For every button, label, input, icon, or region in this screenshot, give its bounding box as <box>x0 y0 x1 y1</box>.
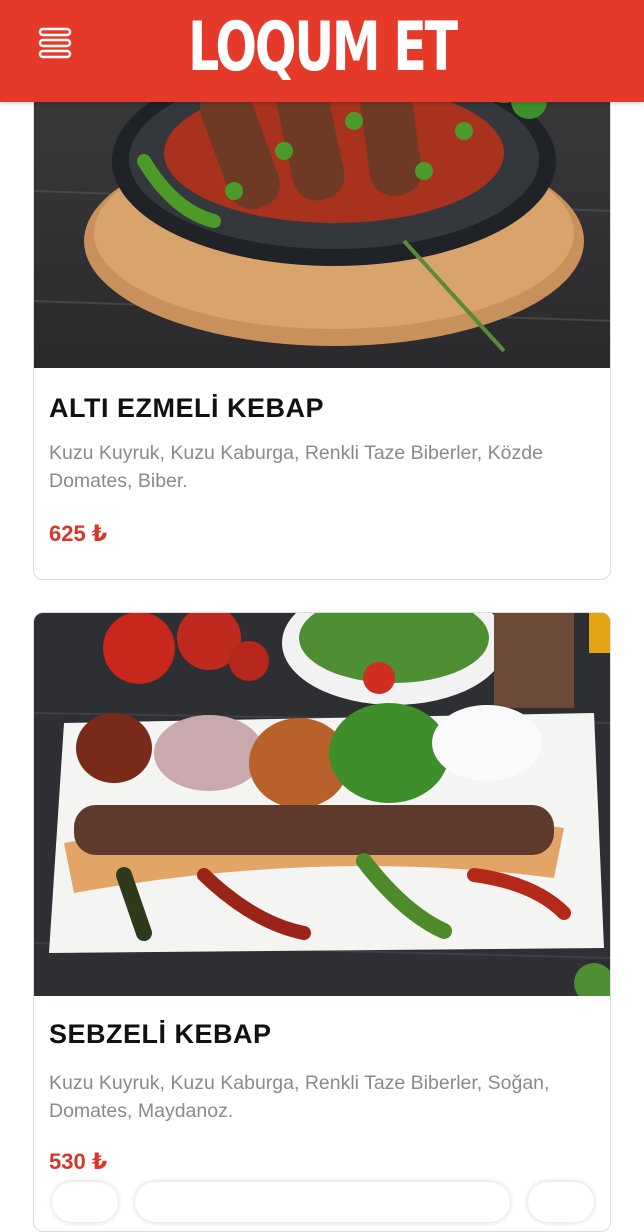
item-price: 530 ₺ <box>49 1149 108 1174</box>
item-description: Kuzu Kuyruk, Kuzu Kaburga, Renkli Taze B… <box>49 442 543 492</box>
app-header: LOQUM ET <box>0 0 644 102</box>
kebab-photo <box>34 613 610 996</box>
menu-button[interactable] <box>36 24 74 62</box>
hamburger-menu-icon <box>38 27 72 59</box>
bottom-toolbar <box>0 1180 644 1222</box>
item-title: SEBZELİ KEBAP <box>49 1019 272 1049</box>
menu-item-card[interactable]: SEBZELİ KEBAP Kuzu Kuyruk, Kuzu Kaburga,… <box>33 612 611 1232</box>
menu-item-card[interactable]: ALTI EZMELİ KEBAP Kuzu Kuyruk, Kuzu Kabu… <box>33 40 611 580</box>
toolbar-button[interactable] <box>528 1182 594 1222</box>
menu-list: ALTI EZMELİ KEBAP Kuzu Kuyruk, Kuzu Kabu… <box>0 0 644 1232</box>
toolbar-button[interactable] <box>52 1182 118 1222</box>
toolbar-address-bar[interactable] <box>135 1182 510 1222</box>
item-title: ALTI EZMELİ KEBAP <box>49 393 324 423</box>
item-price: 625 ₺ <box>49 521 108 546</box>
brand-logo[interactable]: LOQUM ET <box>90 8 554 88</box>
item-description: Kuzu Kuyruk, Kuzu Kaburga, Renkli Taze B… <box>49 1072 550 1122</box>
